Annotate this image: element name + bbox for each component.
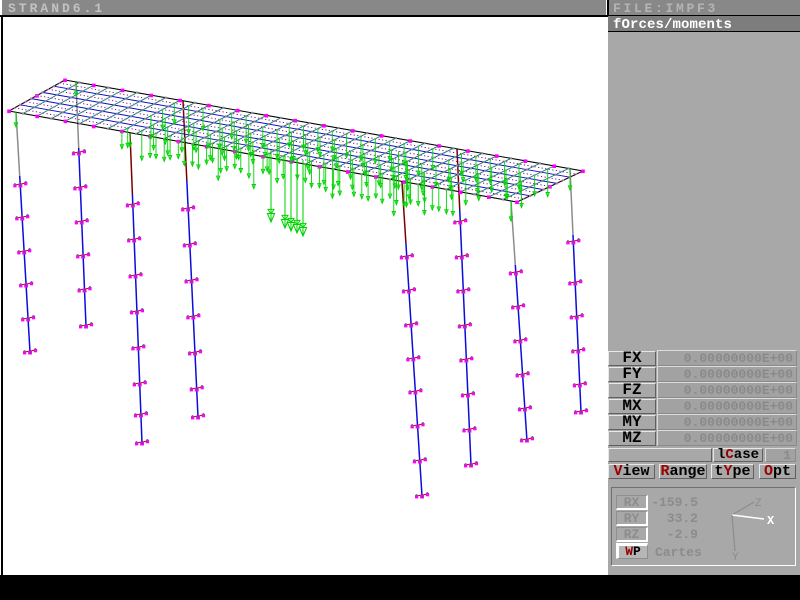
svg-text:X: X <box>767 514 775 528</box>
svg-text:Z: Z <box>755 498 762 510</box>
svg-text:Y: Y <box>732 552 739 564</box>
